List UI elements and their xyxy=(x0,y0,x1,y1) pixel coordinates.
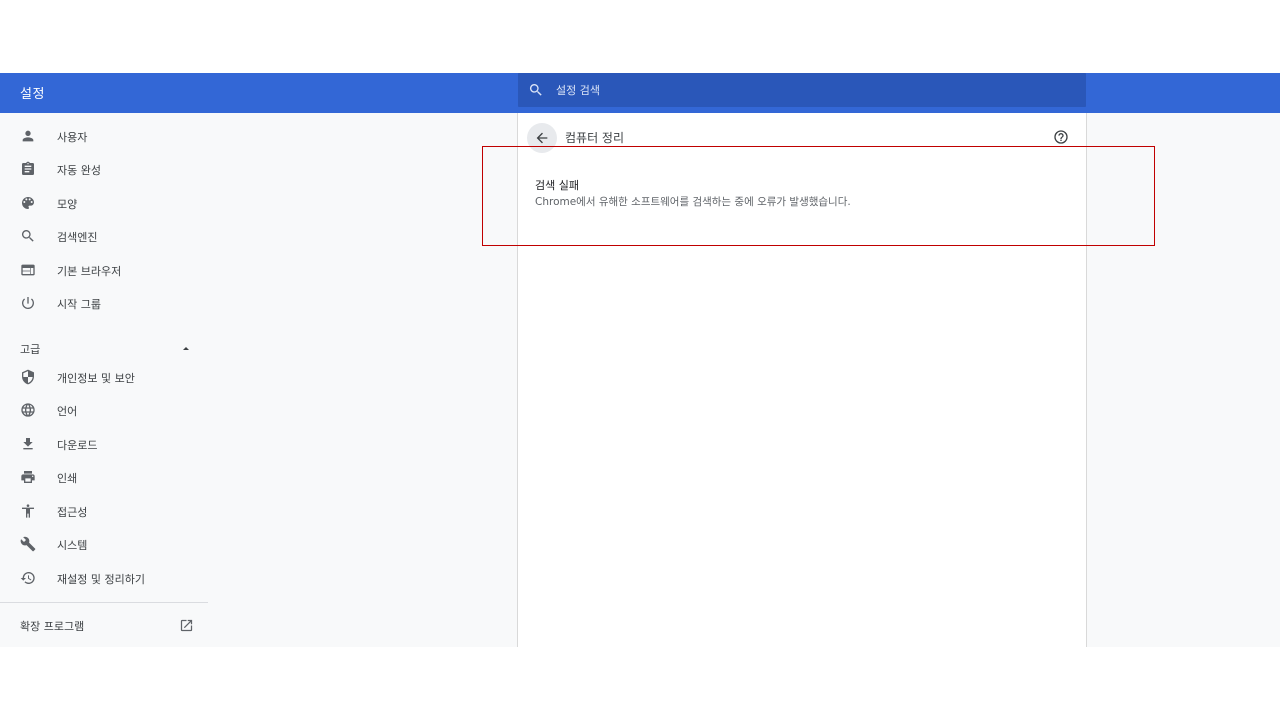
back-button[interactable] xyxy=(527,123,557,153)
sidebar-item-label: 개인정보 및 보안 xyxy=(57,372,135,385)
open-in-new-icon xyxy=(180,619,193,632)
advanced-label: 고급 xyxy=(20,343,41,356)
sidebar-item-label: 재설정 및 정리하기 xyxy=(57,573,145,586)
sidebar-item-downloads[interactable]: 다운로드 xyxy=(0,429,208,459)
search-input[interactable] xyxy=(556,79,1056,101)
restore-icon xyxy=(20,572,35,584)
printer-icon xyxy=(21,471,35,483)
sidebar-item-system[interactable]: 시스템 xyxy=(0,529,208,559)
sidebar-item-autofill[interactable]: 자동 완성 xyxy=(0,154,208,184)
palette-icon xyxy=(22,197,34,209)
shield-icon xyxy=(22,369,34,385)
sidebar-item-label: 접근성 xyxy=(57,506,88,519)
page-title: 컴퓨터 정리 xyxy=(565,131,625,145)
sidebar-item-languages[interactable]: 언어 xyxy=(0,395,208,425)
help-icon[interactable] xyxy=(1053,129,1069,145)
search-icon xyxy=(529,84,542,96)
card-header: 컴퓨터 정리 xyxy=(518,113,1086,161)
app-title: 설정 xyxy=(20,87,45,102)
sidebar-item-search-engine[interactable]: 검색엔진 xyxy=(0,221,208,251)
sidebar-item-label: 검색엔진 xyxy=(57,231,98,244)
search-box[interactable] xyxy=(518,73,1086,107)
accessibility-icon xyxy=(22,504,34,518)
sidebar-divider xyxy=(0,602,208,603)
person-icon xyxy=(22,130,34,142)
search-icon xyxy=(21,230,34,242)
sidebar-item-label: 기본 브라우저 xyxy=(57,265,122,278)
sidebar-item-default-browser[interactable]: 기본 브라우저 xyxy=(0,255,208,285)
sidebar-item-label: 다운로드 xyxy=(57,439,98,452)
sidebar-item-reset[interactable]: 재설정 및 정리하기 xyxy=(0,563,208,593)
sidebar-item-label: 모양 xyxy=(57,198,78,211)
browser-icon xyxy=(21,264,35,276)
power-icon xyxy=(22,297,35,310)
header-bar: 설정 xyxy=(0,73,1280,113)
sidebar-item-label: 시스템 xyxy=(57,539,88,552)
download-icon xyxy=(23,438,33,450)
caret-up-icon xyxy=(183,347,189,350)
sidebar-item-privacy[interactable]: 개인정보 및 보안 xyxy=(0,362,208,392)
sidebar-item-accessibility[interactable]: 접근성 xyxy=(0,496,208,526)
globe-icon xyxy=(21,403,35,417)
result-description: Chrome에서 유해한 소프트웨어를 검색하는 중에 오류가 발생했습니다. xyxy=(535,196,851,208)
sidebar-advanced-toggle[interactable]: 고급 xyxy=(0,333,208,363)
arrow-back-icon xyxy=(536,132,548,144)
sidebar-item-appearance[interactable]: 모양 xyxy=(0,188,208,218)
sidebar-item-extensions[interactable]: 확장 프로그램 xyxy=(0,613,208,643)
sidebar-item-label: 언어 xyxy=(57,405,78,418)
wrench-icon xyxy=(20,536,36,552)
result-title: 검색 실패 xyxy=(535,179,579,192)
sidebar-item-label: 자동 완성 xyxy=(57,164,101,177)
extensions-label: 확장 프로그램 xyxy=(20,620,85,633)
sidebar-item-label: 시작 그룹 xyxy=(57,298,101,311)
clipboard-icon xyxy=(22,161,34,175)
settings-window: 설정 사용자 자동 완성 모양 검색엔진 기본 브라우저 시작 그룹 xyxy=(0,73,1280,647)
sidebar-item-on-startup[interactable]: 시작 그룹 xyxy=(0,288,208,318)
sidebar-item-printing[interactable]: 인쇄 xyxy=(0,462,208,492)
sidebar-item-people[interactable]: 사용자 xyxy=(0,121,208,151)
sidebar: 사용자 자동 완성 모양 검색엔진 기본 브라우저 시작 그룹 고급 개인정보 … xyxy=(0,113,208,647)
sidebar-item-label: 인쇄 xyxy=(57,472,78,485)
sidebar-item-label: 사용자 xyxy=(57,131,88,144)
cleanup-card: 컴퓨터 정리 검색 실패 Chrome에서 유해한 소프트웨어를 검색하는 중에… xyxy=(517,113,1087,647)
